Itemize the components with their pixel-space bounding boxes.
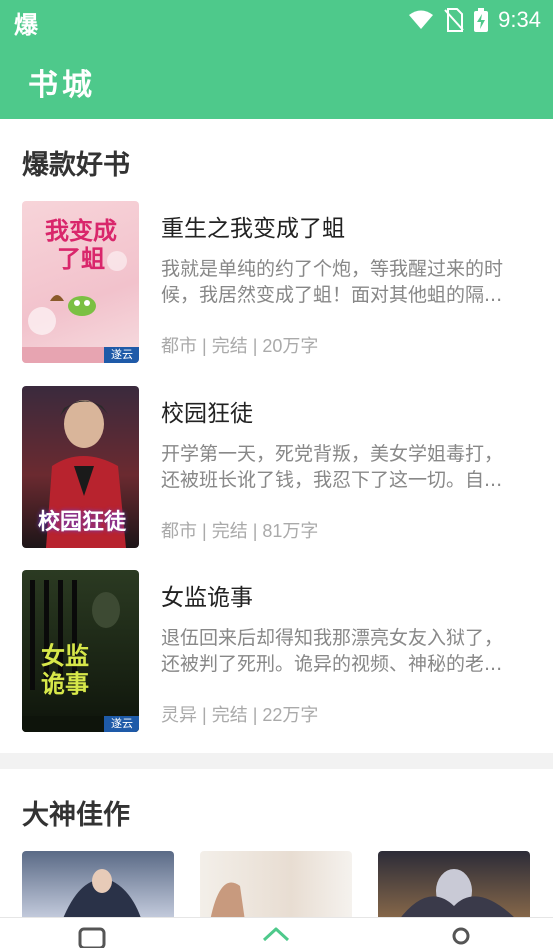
book-meta: 都市 | 完结 | 81万字 xyxy=(161,517,318,543)
cover-art xyxy=(62,869,142,921)
book-title[interactable]: 重生之我变成了蛆 xyxy=(161,209,345,243)
cover-title-text: 我变成了蛆 xyxy=(45,217,117,273)
book-description-line: 开学第一天，死党背叛，美女学姐毒打， xyxy=(161,443,504,465)
app-notification-icon: 爆 xyxy=(14,11,38,39)
book-title[interactable]: 女监诡事 xyxy=(161,578,253,612)
bookshelf-icon[interactable] xyxy=(78,926,106,948)
book-description-line: 候，我居然变成了蛆！面对其他蛆的隔... xyxy=(161,284,503,306)
book-word-count: 22万字 xyxy=(262,705,319,725)
meta-separator: | xyxy=(252,705,263,725)
book-cover[interactable]: 我变成了蛆 遂云 xyxy=(22,201,139,363)
page-title: 书城 xyxy=(28,68,96,103)
book-item[interactable]: 我变成了蛆 遂云 重生之我变成了蛆 我就是单纯的约了个炮，等我醒过来的时 候，我… xyxy=(0,201,553,365)
meta-separator: | xyxy=(202,705,212,725)
book-description: 我就是单纯的约了个炮，等我醒过来的时 候，我居然变成了蛆！面对其他蛆的隔... xyxy=(161,256,529,308)
status-bar: 爆 9:34 xyxy=(0,0,553,40)
meta-separator: | xyxy=(252,336,263,356)
book-title[interactable]: 校园狂徒 xyxy=(161,394,253,428)
book-cover-grid-item[interactable] xyxy=(22,851,174,921)
book-description-line: 还被判了死刑。诡异的视频、神秘的老... xyxy=(161,653,503,675)
section-divider xyxy=(0,753,553,769)
book-category: 都市 xyxy=(161,336,197,356)
cover-title-text: 校园狂徒 xyxy=(37,510,126,535)
book-item[interactable]: 校园狂徒 校园狂徒 开学第一天，死党背叛，美女学姐毒打， 还被班长讹了钱，我忍下… xyxy=(0,386,553,550)
battery-charging-icon xyxy=(474,8,489,32)
book-status: 完结 xyxy=(211,336,248,356)
book-cover[interactable]: 校园狂徒 xyxy=(22,386,139,548)
book-cover-grid-item[interactable] xyxy=(200,851,352,921)
bottom-navigation xyxy=(0,917,553,948)
profile-icon[interactable] xyxy=(447,926,475,948)
wifi-icon xyxy=(409,10,434,29)
book-status: 完结 xyxy=(211,705,248,725)
book-description-line: 我就是单纯的约了个炮，等我醒过来的时 xyxy=(161,258,504,280)
meta-separator: | xyxy=(252,521,263,541)
book-description-line: 还被班长讹了钱，我忍下了这一切。自... xyxy=(161,469,503,491)
book-description: 开学第一天，死党背叛，美女学姐毒打， 还被班长讹了钱，我忍下了这一切。自... xyxy=(161,441,529,493)
section-title-master-works: 大神佳作 xyxy=(22,800,130,831)
cover-art xyxy=(398,869,518,921)
book-cover-grid-item[interactable] xyxy=(378,851,530,921)
book-word-count: 81万字 xyxy=(262,521,319,541)
book-description-line: 退伍回来后却得知我那漂亮女友入狱了， xyxy=(161,627,504,649)
cover-title-text: 女监诡事 xyxy=(41,642,89,698)
meta-separator: | xyxy=(202,521,212,541)
book-category: 都市 xyxy=(161,521,197,541)
publisher-badge: 遂云 xyxy=(111,348,133,361)
book-meta: 都市 | 完结 | 20万字 xyxy=(161,332,318,358)
book-description: 退伍回来后却得知我那漂亮女友入狱了， 还被判了死刑。诡异的视频、神秘的老... xyxy=(161,625,529,677)
book-cover[interactable]: 女监诡事 遂云 xyxy=(22,570,139,732)
book-category: 灵异 xyxy=(161,705,197,725)
book-word-count: 20万字 xyxy=(262,336,319,356)
publisher-badge: 遂云 xyxy=(111,717,133,730)
app-bar: 书城 xyxy=(0,40,553,119)
cover-art xyxy=(210,882,245,921)
book-status: 完结 xyxy=(211,521,248,541)
book-meta: 灵异 | 完结 | 22万字 xyxy=(161,701,318,727)
home-icon[interactable] xyxy=(262,926,290,948)
book-item[interactable]: 女监诡事 遂云 女监诡事 退伍回来后却得知我那漂亮女友入狱了， 还被判了死刑。诡… xyxy=(0,570,553,734)
section-title-hot-books: 爆款好书 xyxy=(22,150,130,181)
status-time: 9:34 xyxy=(498,7,541,32)
meta-separator: | xyxy=(202,336,212,356)
no-sim-icon xyxy=(444,8,464,32)
status-icons: 9:34 xyxy=(408,6,541,34)
